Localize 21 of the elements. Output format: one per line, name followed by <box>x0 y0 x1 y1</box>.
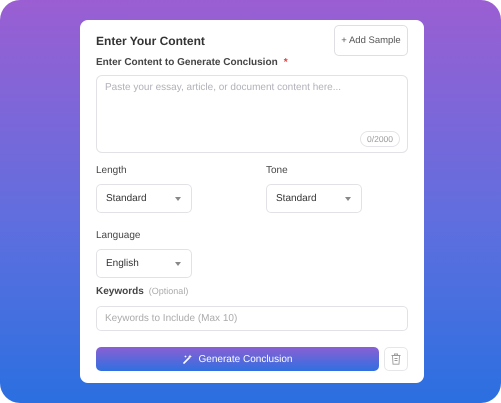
select-dropdown[interactable]: Standard <box>266 184 362 213</box>
trash-icon <box>391 353 401 365</box>
field-label: Tone <box>266 164 289 178</box>
generate-button[interactable]: Generate Conclusion <box>96 347 379 371</box>
card-title: Enter Your Content <box>96 34 205 48</box>
character-counter: 0/2000 <box>360 131 400 147</box>
required-mark: * <box>284 57 288 68</box>
caret-icon <box>345 196 351 200</box>
field-label: Language <box>96 229 142 243</box>
field-label: Enter Content to Generate Conclusion <box>96 57 278 68</box>
caret-icon <box>175 196 181 200</box>
caret-icon <box>175 262 181 266</box>
delete-button[interactable] <box>384 347 408 371</box>
select-dropdown[interactable]: English <box>96 249 192 278</box>
optional-hint: (Optional) <box>148 286 188 296</box>
select-dropdown[interactable]: Standard <box>96 184 192 213</box>
add-sample-button[interactable]: + Add Sample <box>334 25 408 56</box>
magic-wand-icon <box>182 354 193 364</box>
field-label: Keywords <box>96 285 144 299</box>
field-label: Length <box>96 164 128 178</box>
keywords-input[interactable]: Keywords to Include (Max 10) <box>96 306 408 331</box>
